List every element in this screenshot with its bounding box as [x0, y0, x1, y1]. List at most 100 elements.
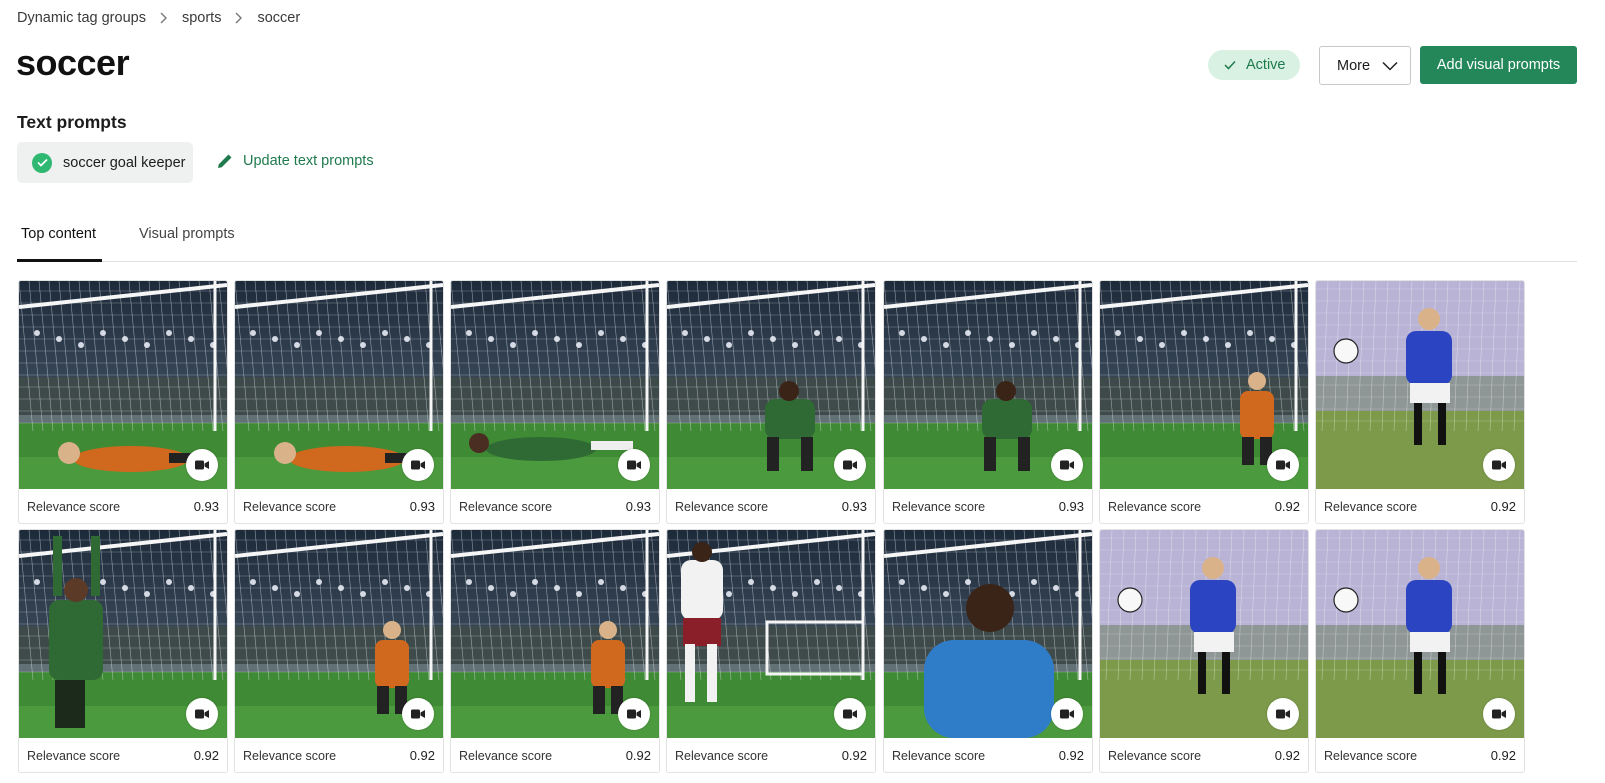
relevance-score-value: 0.93: [1058, 499, 1084, 514]
video-camera-icon: [1483, 449, 1515, 481]
video-camera-icon: [186, 698, 218, 730]
content-thumbnail: [235, 530, 443, 738]
content-thumbnail: [19, 530, 227, 738]
video-camera-icon: [186, 449, 218, 481]
relevance-score-value: 0.92: [1058, 748, 1084, 763]
relevance-score-row: Relevance score 0.92: [19, 738, 227, 772]
content-card[interactable]: Relevance score 0.92: [1315, 280, 1525, 524]
content-card[interactable]: Relevance score 0.93: [18, 280, 228, 524]
relevance-score-label: Relevance score: [1108, 499, 1202, 514]
video-camera-icon: [1051, 449, 1083, 481]
breadcrumb-dynamic-tag-groups[interactable]: Dynamic tag groups: [17, 10, 146, 26]
relevance-score-label: Relevance score: [1324, 748, 1418, 763]
tab-top-content[interactable]: Top content: [21, 226, 96, 242]
content-card[interactable]: Relevance score 0.92: [1099, 280, 1309, 524]
relevance-score-row: Relevance score 0.93: [19, 489, 227, 523]
content-thumbnail: [19, 281, 227, 489]
relevance-score-value: 0.93: [841, 499, 867, 514]
video-camera-icon: [618, 698, 650, 730]
relevance-score-label: Relevance score: [27, 499, 121, 514]
content-card[interactable]: Relevance score 0.93: [234, 280, 444, 524]
video-camera-icon: [618, 449, 650, 481]
status-label: Active: [1246, 57, 1286, 73]
relevance-score-row: Relevance score 0.92: [884, 738, 1092, 772]
relevance-score-value: 0.92: [1490, 499, 1516, 514]
content-card[interactable]: Relevance score 0.92: [18, 529, 228, 773]
relevance-score-label: Relevance score: [675, 748, 769, 763]
relevance-score-value: 0.92: [841, 748, 867, 763]
relevance-score-row: Relevance score 0.92: [1100, 738, 1308, 772]
tab-visual-prompts[interactable]: Visual prompts: [139, 226, 235, 242]
status-badge: Active: [1208, 50, 1300, 80]
relevance-score-value: 0.93: [409, 499, 435, 514]
relevance-score-label: Relevance score: [27, 748, 121, 763]
content-card[interactable]: Relevance score 0.93: [666, 280, 876, 524]
relevance-score-label: Relevance score: [892, 748, 986, 763]
relevance-score-row: Relevance score 0.93: [235, 489, 443, 523]
content-card[interactable]: Relevance score 0.92: [1315, 529, 1525, 773]
video-camera-icon: [1267, 698, 1299, 730]
content-thumbnail: [667, 281, 875, 489]
content-card[interactable]: Relevance score 0.92: [1099, 529, 1309, 773]
content-thumbnail: [1316, 281, 1524, 489]
more-button[interactable]: More: [1319, 46, 1411, 85]
relevance-score-label: Relevance score: [459, 748, 553, 763]
breadcrumb: Dynamic tag groups sports soccer: [17, 9, 300, 27]
video-camera-icon: [834, 449, 866, 481]
text-prompt-label: soccer goal keeper: [63, 154, 186, 171]
relevance-score-value: 0.93: [193, 499, 219, 514]
chevron-right-icon: [221, 9, 257, 27]
relevance-score-row: Relevance score 0.93: [884, 489, 1092, 523]
relevance-score-row: Relevance score 0.92: [1100, 489, 1308, 523]
text-prompt-chip: soccer goal keeper: [17, 142, 193, 183]
relevance-score-value: 0.92: [1274, 499, 1300, 514]
content-tabs: Top content Visual prompts: [17, 218, 1577, 262]
content-thumbnail: [235, 281, 443, 489]
relevance-score-label: Relevance score: [243, 499, 337, 514]
content-card[interactable]: Relevance score 0.93: [450, 280, 660, 524]
chevron-down-icon: [1382, 61, 1398, 71]
content-thumbnail: [667, 530, 875, 738]
check-circle-icon: [32, 152, 52, 173]
relevance-score-row: Relevance score 0.92: [235, 738, 443, 772]
relevance-score-row: Relevance score 0.93: [667, 489, 875, 523]
content-card[interactable]: Relevance score 0.92: [666, 529, 876, 773]
relevance-score-value: 0.92: [625, 748, 651, 763]
relevance-score-value: 0.92: [409, 748, 435, 763]
content-card[interactable]: Relevance score 0.92: [234, 529, 444, 773]
breadcrumb-soccer: soccer: [257, 10, 301, 26]
relevance-score-value: 0.92: [1490, 748, 1516, 763]
content-thumbnail: [1316, 530, 1524, 738]
relevance-score-label: Relevance score: [1324, 499, 1418, 514]
relevance-score-row: Relevance score 0.92: [1316, 489, 1524, 523]
relevance-score-row: Relevance score 0.93: [451, 489, 659, 523]
breadcrumb-sports[interactable]: sports: [182, 10, 222, 26]
relevance-score-label: Relevance score: [1108, 748, 1202, 763]
video-camera-icon: [1051, 698, 1083, 730]
video-camera-icon: [402, 698, 434, 730]
relevance-score-row: Relevance score 0.92: [1316, 738, 1524, 772]
relevance-score-value: 0.93: [625, 499, 651, 514]
content-thumbnail: [451, 530, 659, 738]
relevance-score-label: Relevance score: [892, 499, 986, 514]
add-visual-prompts-button[interactable]: Add visual prompts: [1420, 46, 1577, 84]
update-text-prompts-label: Update text prompts: [243, 153, 374, 169]
text-prompts-heading: Text prompts: [17, 112, 127, 132]
relevance-score-value: 0.92: [1274, 748, 1300, 763]
video-camera-icon: [402, 449, 434, 481]
pencil-icon: [216, 152, 234, 170]
content-thumbnail: [451, 281, 659, 489]
relevance-score-label: Relevance score: [243, 748, 337, 763]
active-tab-indicator: [17, 259, 102, 262]
relevance-score-row: Relevance score 0.92: [451, 738, 659, 772]
content-card[interactable]: Relevance score 0.92: [450, 529, 660, 773]
video-camera-icon: [1267, 449, 1299, 481]
page-title: soccer: [16, 42, 130, 83]
relevance-score-label: Relevance score: [459, 499, 553, 514]
chevron-right-icon: [146, 9, 182, 27]
content-card[interactable]: Relevance score 0.92: [883, 529, 1093, 773]
content-thumbnail: [1100, 281, 1308, 489]
relevance-score-value: 0.92: [193, 748, 219, 763]
update-text-prompts-link[interactable]: Update text prompts: [216, 152, 374, 170]
content-card[interactable]: Relevance score 0.93: [883, 280, 1093, 524]
